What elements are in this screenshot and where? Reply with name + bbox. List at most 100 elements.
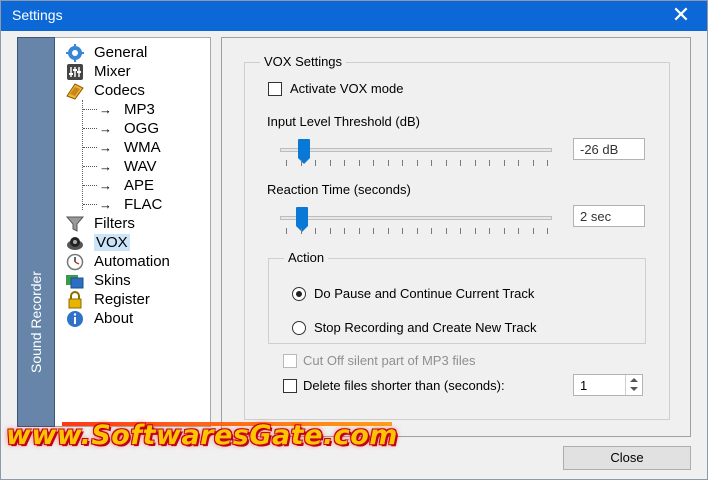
- stop-new-track-radio[interactable]: [292, 321, 306, 335]
- spin-buttons[interactable]: [625, 375, 642, 395]
- tree-item-label: APE: [124, 177, 155, 194]
- tree-item-wma[interactable]: → WMA: [83, 138, 161, 157]
- slider-tick: [518, 160, 519, 166]
- slider-tick: [402, 228, 403, 234]
- slider-tick: [373, 160, 374, 166]
- slider-tick: [475, 160, 476, 166]
- slider-tick: [417, 160, 418, 166]
- pause-continue-label: Do Pause and Continue Current Track: [314, 286, 535, 301]
- slider-tick: [489, 228, 490, 234]
- slider-tick: [286, 228, 287, 234]
- cut-off-silent-checkbox[interactable]: [283, 354, 297, 368]
- slider-tick: [460, 160, 461, 166]
- delete-seconds-value: 1: [580, 378, 588, 393]
- info-icon: [65, 310, 85, 328]
- delete-short-files-checkbox[interactable]: [283, 379, 297, 393]
- slider-tick: [330, 160, 331, 166]
- slider-tick: [301, 160, 302, 166]
- chevron-up-icon[interactable]: [630, 378, 638, 382]
- window-title: Settings: [12, 7, 63, 23]
- slider-tick: [446, 228, 447, 234]
- slider-tick: [315, 228, 316, 234]
- mixer-icon: [65, 63, 85, 81]
- clock-icon: [65, 253, 85, 271]
- tree-item-codecs[interactable]: Codecs: [65, 81, 145, 100]
- tree-item-mixer[interactable]: Mixer: [65, 62, 131, 81]
- tree-item-automation[interactable]: Automation: [65, 252, 170, 271]
- tree-item-flac[interactable]: → FLAC: [83, 195, 162, 214]
- settings-window: Settings ✕ Sound Recorder General Mixer …: [0, 0, 708, 480]
- slider-tick: [533, 160, 534, 166]
- delete-seconds-spinbox[interactable]: 1: [573, 374, 643, 396]
- vox-icon: [65, 234, 85, 252]
- tree-item-label: Mixer: [94, 63, 131, 80]
- slider-tick: [475, 228, 476, 234]
- tree-item-wav[interactable]: → WAV: [83, 157, 157, 176]
- slider-tick: [533, 228, 534, 234]
- gear-icon: [65, 43, 85, 62]
- tree-item-label: About: [94, 310, 134, 327]
- close-button-label: Close: [610, 450, 644, 465]
- reaction-slider-thumb[interactable]: [296, 207, 308, 232]
- funnel-icon: [65, 215, 85, 233]
- tree-item-mp3[interactable]: → MP3: [83, 100, 155, 119]
- sidebar-vertical-label: Sound Recorder: [28, 271, 44, 373]
- threshold-slider-track[interactable]: [280, 148, 552, 152]
- reaction-slider-ticks: [286, 228, 548, 234]
- tree-item-skins[interactable]: Skins: [65, 271, 131, 290]
- activate-vox-checkbox[interactable]: [268, 82, 282, 96]
- close-icon[interactable]: ✕: [669, 3, 693, 27]
- tree-item-label: WMA: [124, 139, 161, 156]
- slider-tick: [431, 160, 432, 166]
- tree-item-label: Filters: [94, 215, 135, 232]
- arrow-right-icon: →: [99, 121, 112, 136]
- activate-vox-label: Activate VOX mode: [290, 81, 404, 96]
- cut-off-silent-label: Cut Off silent part of MP3 files: [303, 353, 476, 368]
- tree-item-ogg[interactable]: → OGG: [83, 119, 159, 138]
- tree-item-label: WAV: [124, 158, 157, 175]
- slider-tick: [373, 228, 374, 234]
- watermark-text: www.SoftwaresGate.com: [6, 420, 398, 451]
- tree-item-label: OGG: [124, 120, 160, 137]
- slider-tick: [344, 160, 345, 166]
- skins-icon: [65, 272, 85, 290]
- tree-item-filters[interactable]: Filters: [65, 214, 135, 233]
- slider-tick: [446, 160, 447, 166]
- tree-item-label: Automation: [94, 253, 170, 270]
- slider-tick: [489, 160, 490, 166]
- action-title: Action: [284, 250, 329, 265]
- chevron-down-icon[interactable]: [630, 387, 638, 391]
- sidebar-banner: Sound Recorder: [17, 37, 55, 427]
- stop-new-track-label: Stop Recording and Create New Track: [314, 320, 537, 335]
- tree-item-label: General: [94, 44, 148, 61]
- slider-tick: [547, 228, 548, 234]
- pause-continue-radio[interactable]: [292, 287, 306, 301]
- slider-tick: [315, 160, 316, 166]
- reaction-slider-track[interactable]: [280, 216, 552, 220]
- close-button[interactable]: Close: [563, 446, 691, 470]
- slider-tick: [460, 228, 461, 234]
- threshold-value-field[interactable]: -26 dB: [573, 138, 645, 160]
- tree-item-general[interactable]: General: [65, 43, 147, 62]
- slider-tick: [431, 228, 432, 234]
- codecs-icon: [65, 82, 85, 100]
- slider-tick: [417, 228, 418, 234]
- slider-tick: [330, 228, 331, 234]
- slider-tick: [301, 228, 302, 234]
- reaction-value-field[interactable]: 2 sec: [573, 205, 645, 227]
- tree-item-label: FLAC: [124, 196, 163, 213]
- slider-tick: [547, 160, 548, 166]
- tree-item-about[interactable]: About: [65, 309, 133, 328]
- slider-tick: [388, 228, 389, 234]
- tree-item-ape[interactable]: → APE: [83, 176, 154, 195]
- tree-item-label: MP3: [124, 101, 155, 118]
- tree-item-vox[interactable]: VOX: [65, 233, 130, 252]
- tree-item-label: Register: [94, 291, 150, 308]
- settings-panel: VOX Settings Activate VOX mode Input Lev…: [221, 37, 691, 437]
- tree-item-register[interactable]: Register: [65, 290, 150, 309]
- tree-item-label: VOX: [94, 234, 130, 251]
- threshold-slider-thumb[interactable]: [298, 139, 310, 164]
- threshold-slider-ticks: [286, 160, 548, 166]
- slider-tick: [504, 228, 505, 234]
- arrow-right-icon: →: [99, 178, 112, 193]
